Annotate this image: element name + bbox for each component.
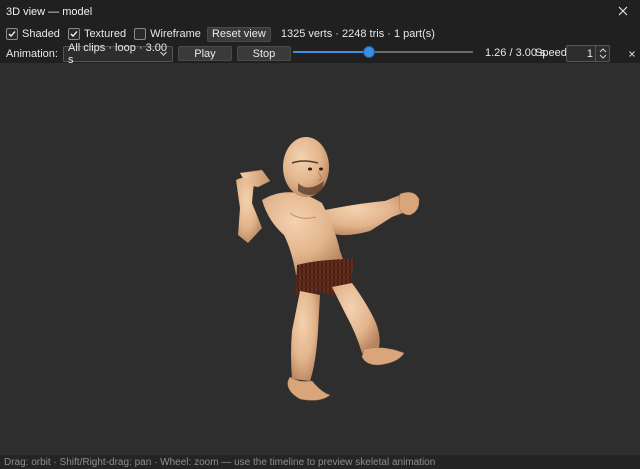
timeline-progress (293, 51, 369, 53)
checkmark-icon (67, 28, 80, 40)
textured-checkbox[interactable]: Textured (67, 28, 127, 40)
close-icon[interactable] (616, 4, 630, 18)
model-figure (236, 137, 420, 401)
timeline-slider[interactable] (293, 46, 473, 58)
character-model (236, 137, 420, 401)
reset-view-button[interactable]: Reset view (206, 26, 271, 42)
checkmark-icon (6, 28, 18, 40)
checkbox-empty-icon (134, 28, 147, 40)
title-bar: 3D view — model (0, 0, 640, 24)
chevron-down-icon (159, 49, 168, 61)
window-title: 3D view — model (6, 6, 93, 18)
play-button[interactable]: Play (177, 46, 232, 61)
speed-label: Speed: (535, 47, 570, 59)
wireframe-checkbox[interactable]: Wireframe (134, 28, 201, 40)
animation-clip-value: All clips · loop · 3.00 s (67, 41, 168, 66)
shaded-checkbox[interactable]: Shaded (6, 28, 60, 40)
mesh-stats: 1325 verts · 2248 tris · 1 part(s) (280, 28, 435, 40)
stop-button[interactable]: Stop (236, 46, 291, 61)
speed-input[interactable]: 1 (566, 45, 610, 62)
3d-viewport[interactable] (0, 63, 640, 455)
animation-label: Animation: (6, 47, 58, 60)
status-hint: Drag: orbit · Shift/Right-drag: pan · Wh… (4, 456, 436, 468)
status-bar: Drag: orbit · Shift/Right-drag: pan · Wh… (0, 455, 640, 469)
timeline-thumb[interactable] (362, 46, 375, 58)
speed-value: 1 (586, 47, 593, 60)
shaded-label: Shaded (22, 28, 60, 40)
close-small-icon[interactable] (628, 49, 636, 57)
textured-label: Textured (83, 28, 127, 40)
animation-clip-select[interactable]: All clips · loop · 3.00 s (62, 42, 173, 66)
spin-arrows-icon[interactable] (595, 46, 609, 61)
wireframe-label: Wireframe (150, 28, 201, 40)
